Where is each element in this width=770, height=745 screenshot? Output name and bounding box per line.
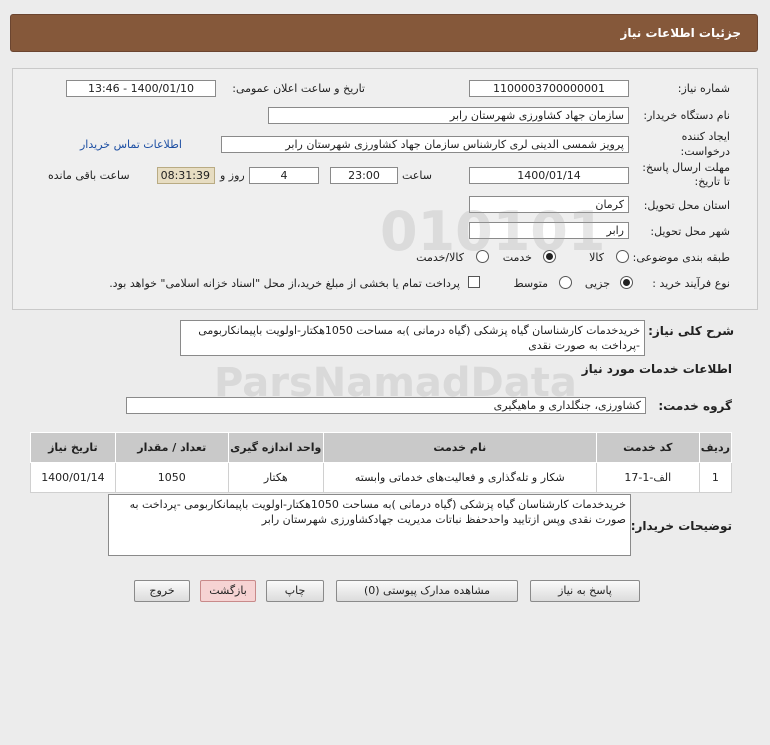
- subject-goods-service-radio[interactable]: [476, 250, 489, 263]
- requester-label-2: درخواست:: [680, 145, 730, 158]
- reply-date-field: 1400/01/14: [469, 167, 629, 184]
- buyer-org-label: نام دستگاه خریدار:: [643, 109, 730, 122]
- col-service-code: کد خدمت: [595, 432, 700, 463]
- col-unit: واحد اندازه گیری: [227, 432, 324, 463]
- col-quantity: تعداد / مقدار: [114, 432, 229, 463]
- requester-label-1: ایجاد کننده: [681, 130, 730, 143]
- cell-service-name: شکار و تله‌گذاری و فعالیت‌های خدماتی واب…: [322, 462, 597, 493]
- services-info-heading: اطلاعات خدمات مورد نیاز: [581, 362, 732, 376]
- table-header-row: ردیف کد خدمت نام خدمت واحد اندازه گیری ت…: [30, 432, 733, 463]
- cell-unit: هکتار: [227, 462, 324, 493]
- days-field: 4: [249, 167, 319, 184]
- page-title: جزئیات اطلاعات نیاز: [620, 26, 741, 40]
- purchase-medium-radio[interactable]: [559, 276, 572, 289]
- page-header: جزئیات اطلاعات نیاز: [10, 14, 758, 52]
- announce-datetime-field: 1400/01/10 - 13:46: [66, 80, 216, 97]
- purchase-type-label: نوع فرآیند خرید :: [652, 277, 730, 290]
- city-label: شهر محل تحویل:: [650, 225, 730, 238]
- reply-deadline-label-2: تا تاریخ:: [694, 175, 730, 188]
- service-group-field: کشاورزی، جنگلداری و ماهیگیری: [126, 397, 646, 414]
- subject-service-radio[interactable]: [543, 250, 556, 263]
- city-field: رابر: [469, 222, 629, 239]
- cell-row-number: 1: [698, 462, 733, 493]
- cell-service-code: الف-1-17: [595, 462, 700, 493]
- subject-service-label: خدمت: [502, 251, 532, 264]
- general-desc-box: خریدخدمات کارشناسان گیاه پزشکی (گیاه درم…: [180, 320, 645, 356]
- partial-payment-text: پرداخت تمام یا بخشی از مبلغ خرید،از محل …: [109, 277, 460, 290]
- exit-button[interactable]: خروج: [134, 580, 190, 602]
- hour-label: ساعت: [402, 169, 432, 182]
- col-row-number: ردیف: [698, 432, 733, 463]
- subject-goods-service-label: کالا/خدمت: [416, 251, 464, 264]
- purchase-minor-radio[interactable]: [620, 276, 633, 289]
- services-table: ردیف کد خدمت نام خدمت واحد اندازه گیری ت…: [30, 432, 733, 493]
- general-desc-label: شرح کلی نیاز:: [648, 324, 734, 338]
- remaining-time-field: 08:31:39: [157, 167, 215, 184]
- buyer-notes-label: توضیحات خریدار:: [630, 519, 732, 533]
- subject-class-label: طبقه بندی موضوعی:: [632, 251, 730, 264]
- back-button[interactable]: بازگشت: [200, 580, 256, 602]
- reply-button[interactable]: پاسخ به نیاز: [530, 580, 640, 602]
- need-number-label: شماره نیاز:: [677, 82, 730, 95]
- province-field: کرمان: [469, 196, 629, 213]
- remaining-label: ساعت باقی مانده: [48, 169, 130, 182]
- table-row: 1 الف-1-17 شکار و تله‌گذاری و فعالیت‌های…: [30, 462, 733, 493]
- reply-time-field: 23:00: [330, 167, 398, 184]
- purchase-minor-label: جزیی: [584, 277, 610, 290]
- print-button[interactable]: چاپ: [266, 580, 324, 602]
- info-panel: [12, 68, 758, 310]
- need-number-field: 1100003700000001: [469, 80, 629, 97]
- requester-field: پرویز شمسی الدینی لری کارشناس سازمان جها…: [221, 136, 629, 153]
- partial-payment-checkbox[interactable]: [468, 276, 480, 288]
- days-label: روز و: [220, 169, 245, 182]
- purchase-medium-label: متوسط: [513, 277, 548, 290]
- cell-need-date: 1400/01/14: [30, 462, 116, 493]
- buyer-notes-box: خریدخدمات کارشناسان گیاه پزشکی (گیاه درم…: [108, 494, 631, 556]
- col-need-date: تاریخ نیاز: [30, 432, 116, 463]
- subject-goods-label: کالا: [589, 251, 604, 264]
- announce-datetime-label: تاریخ و ساعت اعلان عمومی:: [232, 82, 365, 95]
- service-group-label: گروه خدمت:: [658, 399, 732, 413]
- buyer-contact-link[interactable]: اطلاعات تماس خریدار: [80, 138, 182, 151]
- col-service-name: نام خدمت: [322, 432, 597, 463]
- buyer-org-field: سازمان جهاد کشاورزی شهرستان رابر: [268, 107, 629, 124]
- reply-deadline-label-1: مهلت ارسال پاسخ:: [642, 161, 730, 174]
- province-label: استان محل تحویل:: [643, 199, 730, 212]
- subject-goods-radio[interactable]: [616, 250, 629, 263]
- view-attachments-button[interactable]: مشاهده مدارک پیوستی (0): [336, 580, 518, 602]
- cell-quantity: 1050: [114, 462, 229, 493]
